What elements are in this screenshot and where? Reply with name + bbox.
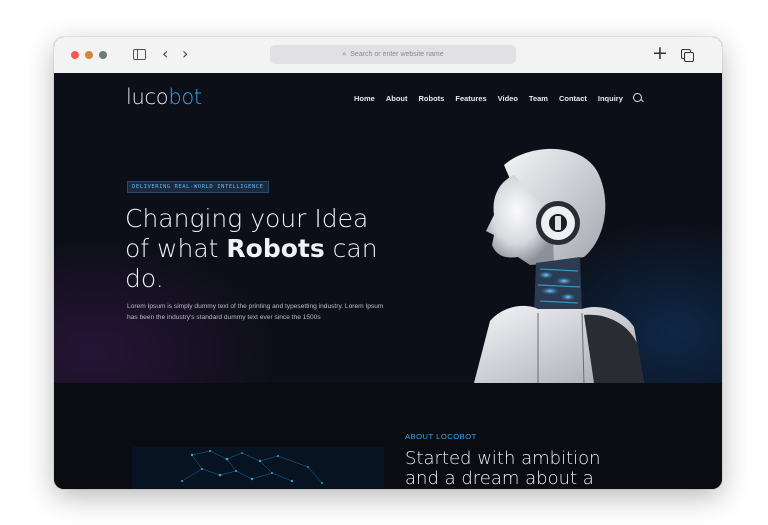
nav-home[interactable]: Home <box>354 94 375 103</box>
headline-line-2-start: of what <box>125 234 227 263</box>
hero-tagline: DELIVERING REAL-WORLD INTELLIGENCE <box>127 181 269 193</box>
about-title-line-2: and a dream about a <box>405 468 594 489</box>
address-bar[interactable]: ⌕ Search or enter website name <box>270 45 516 64</box>
hero-description: Lorem Ipsum is simply dummy text of the … <box>127 303 384 321</box>
nav-video[interactable]: Video <box>498 94 518 103</box>
browser-toolbar: ‹ › ⌕ Search or enter website name + <box>54 37 722 74</box>
robot-image <box>474 148 644 383</box>
hero-headline: Changing your Idea of what Robots can do… <box>125 204 405 294</box>
tab-overview-icon[interactable] <box>681 49 694 62</box>
nav-inquiry[interactable]: Inquiry <box>598 94 623 103</box>
site-logo[interactable]: lucobot <box>126 85 202 109</box>
headline-line-1: Changing your Idea <box>125 204 369 233</box>
address-bar-placeholder: Search or enter website name <box>350 51 444 58</box>
search-icon: ⌕ <box>342 50 347 58</box>
forward-arrow-icon[interactable]: › <box>182 46 188 62</box>
sidebar-toggle-icon[interactable] <box>133 49 146 60</box>
nav-robots[interactable]: Robots <box>419 94 445 103</box>
site-search-icon[interactable] <box>633 93 642 102</box>
nav-contact[interactable]: Contact <box>559 94 587 103</box>
about-kicker: ABOUT LOCOBOT <box>405 432 477 441</box>
close-window-button[interactable] <box>71 51 79 59</box>
back-arrow-icon[interactable]: ‹ <box>162 46 168 62</box>
headline-line-2-end: can <box>324 234 378 263</box>
browser-window: ‹ › ⌕ Search or enter website name + luc… <box>54 37 722 489</box>
about-title-line-1: Started with ambition <box>405 448 601 469</box>
new-tab-button[interactable]: + <box>652 44 668 63</box>
about-title: Started with ambition and a dream about … <box>405 449 655 489</box>
webpage: lucobot Home About Robots Features Video… <box>54 73 722 489</box>
headline-line-3: do. <box>125 264 164 293</box>
nav-features[interactable]: Features <box>455 94 486 103</box>
minimize-window-button[interactable] <box>85 51 93 59</box>
zoom-window-button[interactable] <box>99 51 107 59</box>
nav-team[interactable]: Team <box>529 94 548 103</box>
main-navigation: Home About Robots Features Video Team Co… <box>354 94 634 103</box>
headline-bold-word: Robots <box>226 234 325 263</box>
logo-accent-text: bot <box>168 85 202 109</box>
hero-section: lucobot Home About Robots Features Video… <box>54 73 722 383</box>
logo-text: luco <box>126 85 169 109</box>
nav-about[interactable]: About <box>386 94 408 103</box>
network-globe-image <box>132 447 384 489</box>
